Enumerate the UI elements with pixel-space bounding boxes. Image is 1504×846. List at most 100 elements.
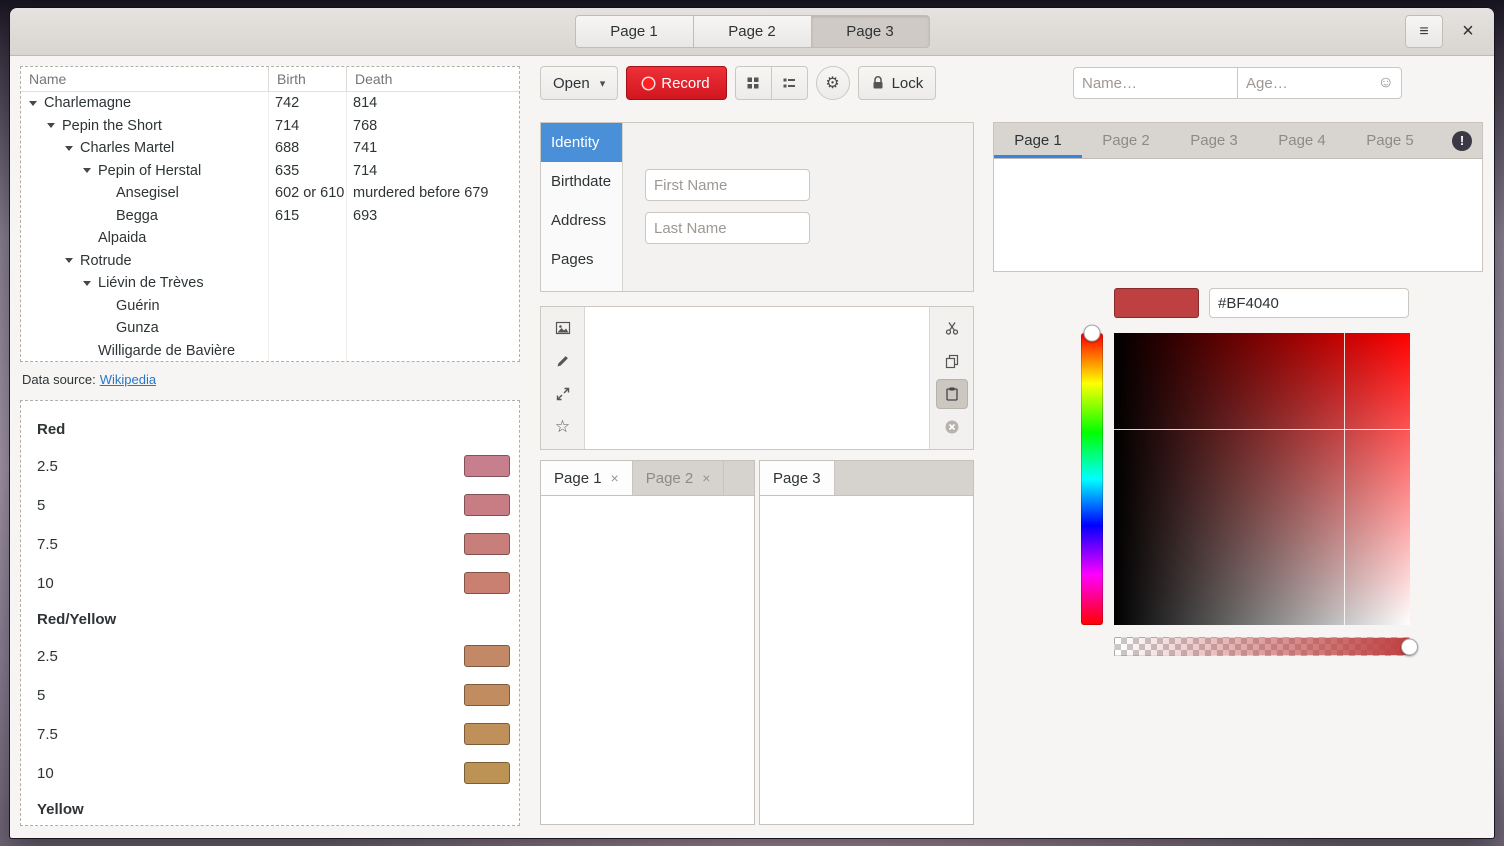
swatch-label: 7.5	[37, 726, 464, 743]
tab-page-3[interactable]: Page 3	[1170, 123, 1258, 158]
tree-row[interactable]: Gunza	[21, 317, 519, 340]
open-button[interactable]: Open ▾	[540, 66, 618, 100]
header-tab-page-1[interactable]: Page 1	[575, 15, 694, 48]
remove-button[interactable]	[936, 412, 968, 442]
tree-row[interactable]: Ansegisel602 or 610murdered before 679	[21, 182, 519, 205]
tree-row[interactable]: Rotrude	[21, 250, 519, 273]
favorite-button[interactable]: ☆	[547, 412, 579, 442]
hex-color-input[interactable]	[1209, 288, 1409, 318]
tab-page-2[interactable]: Page 2	[1082, 123, 1170, 158]
sidebar-item-identity[interactable]: Identity	[541, 123, 622, 162]
color-swatch-button[interactable]	[464, 494, 510, 516]
color-swatch-button[interactable]	[464, 762, 510, 784]
window-close-button[interactable]: ×	[1451, 15, 1485, 48]
tree-row[interactable]: Charlemagne742814	[21, 92, 519, 115]
sv-crosshair-horizontal	[1114, 429, 1410, 430]
color-swatch-button[interactable]	[464, 572, 510, 594]
column-header-death[interactable]: Death	[347, 67, 519, 91]
right-notebook-page[interactable]	[994, 159, 1482, 271]
tree-cell-birth: 602 or 610	[269, 182, 347, 205]
color-swatch-button[interactable]	[464, 684, 510, 706]
notebook-right-page[interactable]	[760, 496, 973, 824]
identity-content	[623, 123, 973, 291]
tab-close-icon[interactable]: ×	[702, 470, 710, 486]
tree-cell-birth	[269, 227, 347, 250]
expander-icon[interactable]	[83, 281, 91, 286]
lock-button[interactable]: Lock	[858, 66, 937, 100]
first-name-field[interactable]	[645, 169, 810, 201]
tree-row[interactable]: Pepin the Short714768	[21, 115, 519, 138]
tree-row[interactable]: Alpaida	[21, 227, 519, 250]
grid-view-button[interactable]	[735, 66, 772, 100]
tab-page-5[interactable]: Page 5	[1346, 123, 1434, 158]
name-age-entries: ☺	[1073, 67, 1402, 99]
header-tab-group: Page 1Page 2Page 3	[575, 15, 930, 48]
expander-icon[interactable]	[47, 123, 55, 128]
name-input[interactable]	[1073, 67, 1238, 99]
tree-row[interactable]: Guérin	[21, 295, 519, 318]
tree-row[interactable]: Charles Martel688741	[21, 137, 519, 160]
tab-page-1[interactable]: Page 1	[994, 123, 1082, 158]
expand-button[interactable]	[547, 379, 579, 409]
cut-button[interactable]	[936, 313, 968, 343]
settings-button[interactable]: ⚙	[816, 66, 850, 100]
paste-icon	[944, 386, 960, 402]
menu-button[interactable]: ≡	[1405, 15, 1443, 48]
notebook-tab-page-3[interactable]: Page 3	[760, 461, 835, 495]
tree-row[interactable]: Pepin of Herstal635714	[21, 160, 519, 183]
scissors-icon	[944, 320, 960, 336]
sidebar-item-birthdate[interactable]: Birthdate	[541, 162, 622, 201]
paste-button[interactable]	[936, 379, 968, 409]
alpha-slider-handle[interactable]	[1401, 638, 1418, 655]
text-area[interactable]	[584, 307, 930, 449]
expand-icon	[555, 386, 571, 402]
color-swatch-button[interactable]	[464, 455, 510, 477]
list-view-button[interactable]	[771, 66, 808, 100]
sidebar-item-address[interactable]: Address	[541, 201, 622, 240]
tree-cell-birth	[269, 272, 347, 295]
saturation-value-plane[interactable]	[1114, 333, 1410, 625]
hamburger-icon: ≡	[1419, 23, 1428, 41]
header-tab-page-3[interactable]: Page 3	[811, 15, 930, 48]
swatch-label: 5	[37, 497, 464, 514]
color-editor-row	[1114, 288, 1409, 318]
tree-row[interactable]: Liévin de Trèves	[21, 272, 519, 295]
tab-page-4[interactable]: Page 4	[1258, 123, 1346, 158]
expander-icon[interactable]	[65, 146, 73, 151]
header-tab-page-2[interactable]: Page 2	[693, 15, 812, 48]
expander-icon[interactable]	[83, 168, 91, 173]
column-header-name[interactable]: Name	[21, 67, 269, 91]
record-button[interactable]: Record	[626, 66, 726, 100]
hue-slider[interactable]	[1081, 333, 1103, 625]
hue-slider-handle[interactable]	[1084, 325, 1101, 342]
warning-icon[interactable]: !	[1452, 131, 1472, 151]
tab-close-icon[interactable]: ×	[611, 470, 619, 486]
notebook-tab-page-2[interactable]: Page 2×	[633, 461, 725, 495]
insert-image-button[interactable]	[547, 313, 579, 343]
alpha-slider[interactable]	[1114, 637, 1410, 656]
expander-icon[interactable]	[29, 101, 37, 106]
tree-cell-birth: 635	[269, 160, 347, 183]
swatch-list: Red2.557.510Red/Yellow2.557.510Yellow	[20, 400, 520, 826]
lock-icon	[871, 75, 885, 91]
wikipedia-link[interactable]: Wikipedia	[100, 372, 156, 387]
tree-cell-name: Ansegisel	[116, 185, 179, 201]
expander-icon[interactable]	[65, 258, 73, 263]
color-swatch-button[interactable]	[464, 723, 510, 745]
tree-row[interactable]: Begga615693	[21, 205, 519, 228]
notebook-tab-page-1[interactable]: Page 1×	[541, 461, 633, 495]
edit-button[interactable]	[547, 346, 579, 376]
sidebar-item-pages[interactable]: Pages	[541, 240, 622, 279]
notebook-left-page[interactable]	[541, 496, 754, 824]
last-name-field[interactable]	[645, 212, 810, 244]
tree-cell-name: Guérin	[116, 298, 160, 314]
column-header-birth[interactable]: Birth	[269, 67, 347, 91]
tree-row[interactable]: Willigarde de Bavière	[21, 340, 519, 363]
tree-cell-death	[347, 295, 519, 318]
copy-button[interactable]	[936, 346, 968, 376]
tree-cell-birth	[269, 295, 347, 318]
color-swatch[interactable]	[1114, 288, 1199, 318]
color-swatch-button[interactable]	[464, 645, 510, 667]
color-swatch-button[interactable]	[464, 533, 510, 555]
record-icon	[643, 78, 654, 89]
